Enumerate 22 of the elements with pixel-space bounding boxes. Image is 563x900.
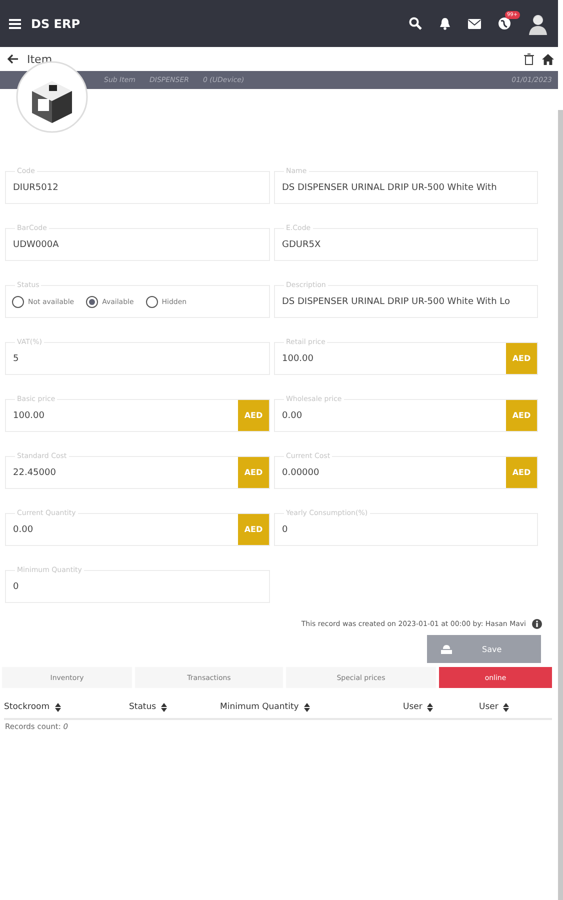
column-header[interactable]: Status bbox=[129, 702, 156, 712]
back-arrow-icon[interactable] bbox=[7, 54, 19, 64]
app-title: DS ERP bbox=[31, 16, 80, 30]
column-header[interactable]: Minimum Quantity bbox=[220, 702, 299, 712]
sort-icon[interactable] bbox=[427, 702, 434, 712]
home-icon[interactable] bbox=[542, 54, 554, 64]
column-header[interactable]: Stockroom bbox=[4, 702, 50, 712]
sort-icon[interactable] bbox=[54, 702, 61, 712]
menu-icon[interactable] bbox=[9, 18, 21, 28]
search-icon[interactable] bbox=[409, 17, 422, 30]
info-icon bbox=[532, 619, 542, 629]
trash-icon[interactable] bbox=[524, 53, 534, 65]
sort-icon[interactable] bbox=[304, 702, 310, 712]
column-header[interactable]: User bbox=[403, 702, 422, 712]
sort-icon[interactable] bbox=[503, 702, 510, 712]
mail-icon[interactable] bbox=[468, 18, 481, 28]
column-header[interactable]: User bbox=[479, 702, 498, 712]
bell-icon[interactable] bbox=[439, 17, 451, 30]
avatar-icon[interactable] bbox=[528, 12, 548, 34]
sort-icon[interactable] bbox=[161, 702, 168, 712]
save-icon bbox=[441, 644, 452, 654]
scrollbar[interactable] bbox=[558, 110, 563, 900]
